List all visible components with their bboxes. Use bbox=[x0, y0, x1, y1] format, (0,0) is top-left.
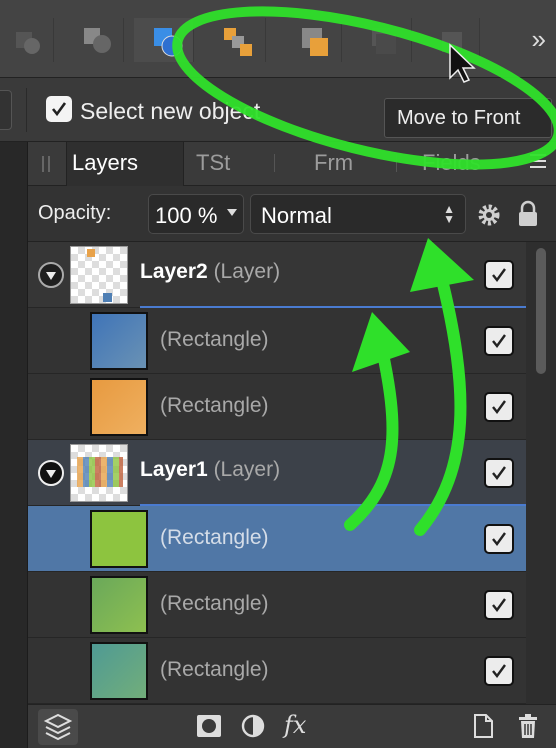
opacity-value: 100 % bbox=[155, 203, 218, 228]
scrollbar-thumb[interactable] bbox=[536, 248, 546, 374]
layer-properties-bar: Opacity: 100 % Normal ▲ ▼ bbox=[28, 186, 556, 242]
panel-menu-icon[interactable] bbox=[530, 154, 546, 168]
blend-mode-value: Normal bbox=[261, 203, 332, 228]
select-new-object-checkbox[interactable] bbox=[46, 96, 72, 122]
previous-tool-button[interactable] bbox=[0, 18, 54, 62]
arrange-shapes-button[interactable] bbox=[134, 18, 194, 62]
checkmark-icon bbox=[492, 664, 506, 678]
layer-row-rectangle[interactable]: (Rectangle) bbox=[28, 308, 526, 374]
mask-layer-icon[interactable] bbox=[196, 713, 222, 739]
tab-layers[interactable]: Layers bbox=[72, 150, 138, 176]
arrange-back-button[interactable] bbox=[64, 18, 124, 62]
move-to-back-button[interactable] bbox=[352, 18, 412, 62]
layer-visibility-checkbox[interactable] bbox=[484, 590, 514, 620]
context-divider bbox=[26, 88, 27, 132]
blue-shapes-icon bbox=[154, 28, 183, 57]
shape-thumbnail bbox=[90, 576, 148, 634]
layer-row-layer1[interactable]: Layer1 (Layer) bbox=[28, 440, 526, 506]
layers-scrollbar[interactable] bbox=[526, 242, 556, 704]
layer-thumbnail bbox=[70, 444, 128, 502]
tooltip: Move to Front bbox=[384, 98, 552, 138]
tab-divider bbox=[396, 154, 397, 172]
new-document-icon[interactable] bbox=[472, 713, 494, 739]
checkmark-icon bbox=[492, 598, 506, 612]
collapse-triangle-icon[interactable] bbox=[38, 262, 64, 288]
toolbar-overflow-chevron-icon[interactable]: » bbox=[532, 26, 546, 52]
layers-stack-icon[interactable] bbox=[38, 709, 78, 745]
chevron-down-icon bbox=[227, 209, 237, 216]
shape-thumbnail bbox=[90, 312, 148, 370]
opacity-label: Opacity: bbox=[38, 202, 112, 224]
fx-effects-icon[interactable]: fx bbox=[284, 711, 306, 739]
gear-icon[interactable] bbox=[476, 202, 502, 228]
trash-icon[interactable] bbox=[516, 713, 540, 739]
arrange-toolbar: » bbox=[0, 0, 556, 78]
adjustment-icon[interactable] bbox=[240, 713, 266, 739]
layer-row-rectangle-selected[interactable]: (Rectangle) bbox=[28, 506, 526, 572]
layer-name: Layer2 (Layer) bbox=[140, 260, 281, 283]
move-to-front-icon bbox=[442, 32, 462, 52]
move-to-back-icon bbox=[372, 28, 396, 54]
tab-tst[interactable]: TSt bbox=[196, 150, 230, 176]
layers-bottom-bar: fx bbox=[28, 704, 556, 748]
move-back-one-button[interactable] bbox=[206, 18, 266, 62]
layer-name: (Rectangle) bbox=[160, 328, 269, 351]
layer-name: (Rectangle) bbox=[160, 526, 269, 549]
tab-fields[interactable]: Fields bbox=[422, 150, 481, 176]
checkmark-icon bbox=[492, 268, 506, 282]
left-panel-edge bbox=[0, 142, 28, 748]
layer-name: (Rectangle) bbox=[160, 592, 269, 615]
checkmark-icon bbox=[492, 400, 506, 414]
shape-thumbnail bbox=[90, 642, 148, 700]
shape-arrange-icon bbox=[84, 28, 111, 53]
move-forward-one-icon bbox=[302, 28, 328, 56]
select-new-object-label: Select new object bbox=[80, 98, 261, 124]
panel-grip-icon[interactable] bbox=[42, 156, 50, 172]
context-field[interactable] bbox=[0, 90, 12, 130]
checkmark-icon bbox=[492, 466, 506, 480]
move-back-one-icon bbox=[224, 28, 252, 56]
layer-name: Layer1 (Layer) bbox=[140, 458, 281, 481]
layer-row-rectangle[interactable]: (Rectangle) bbox=[28, 638, 526, 704]
checkmark-icon bbox=[492, 334, 506, 348]
collapse-triangle-icon[interactable] bbox=[38, 460, 64, 486]
layer-visibility-checkbox[interactable] bbox=[484, 260, 514, 290]
opacity-dropdown[interactable]: 100 % bbox=[148, 194, 244, 234]
layer-row-rectangle[interactable]: (Rectangle) bbox=[28, 374, 526, 440]
layers-list: Layer2 (Layer) (Rectangle) (Rectangle) L… bbox=[28, 242, 526, 704]
updown-chevron-icon: ▲ ▼ bbox=[443, 202, 455, 226]
layer-name: (Rectangle) bbox=[160, 394, 269, 417]
lock-icon[interactable] bbox=[516, 200, 540, 228]
tab-divider bbox=[274, 154, 275, 172]
checkmark-icon bbox=[51, 102, 67, 117]
layer-visibility-checkbox[interactable] bbox=[484, 656, 514, 686]
shape-thumbnail bbox=[90, 378, 148, 436]
tab-frm[interactable]: Frm bbox=[314, 150, 353, 176]
move-to-front-button[interactable] bbox=[420, 18, 480, 62]
checkmark-icon bbox=[492, 532, 506, 546]
layer-name: (Rectangle) bbox=[160, 658, 269, 681]
layer-row-rectangle[interactable]: (Rectangle) bbox=[28, 572, 526, 638]
layer-visibility-checkbox[interactable] bbox=[484, 524, 514, 554]
layer-visibility-checkbox[interactable] bbox=[484, 458, 514, 488]
panel-tabs: Layers TSt Frm Fields bbox=[28, 142, 556, 186]
shape-thumbnail bbox=[90, 510, 148, 568]
layer-visibility-checkbox[interactable] bbox=[484, 392, 514, 422]
layer-visibility-checkbox[interactable] bbox=[484, 326, 514, 356]
layer-row-layer2[interactable]: Layer2 (Layer) bbox=[28, 242, 526, 308]
move-forward-one-button[interactable] bbox=[282, 18, 342, 62]
layer-thumbnail bbox=[70, 246, 128, 304]
arrange-icon bbox=[16, 32, 40, 54]
blend-mode-select[interactable]: Normal ▲ ▼ bbox=[250, 194, 466, 234]
